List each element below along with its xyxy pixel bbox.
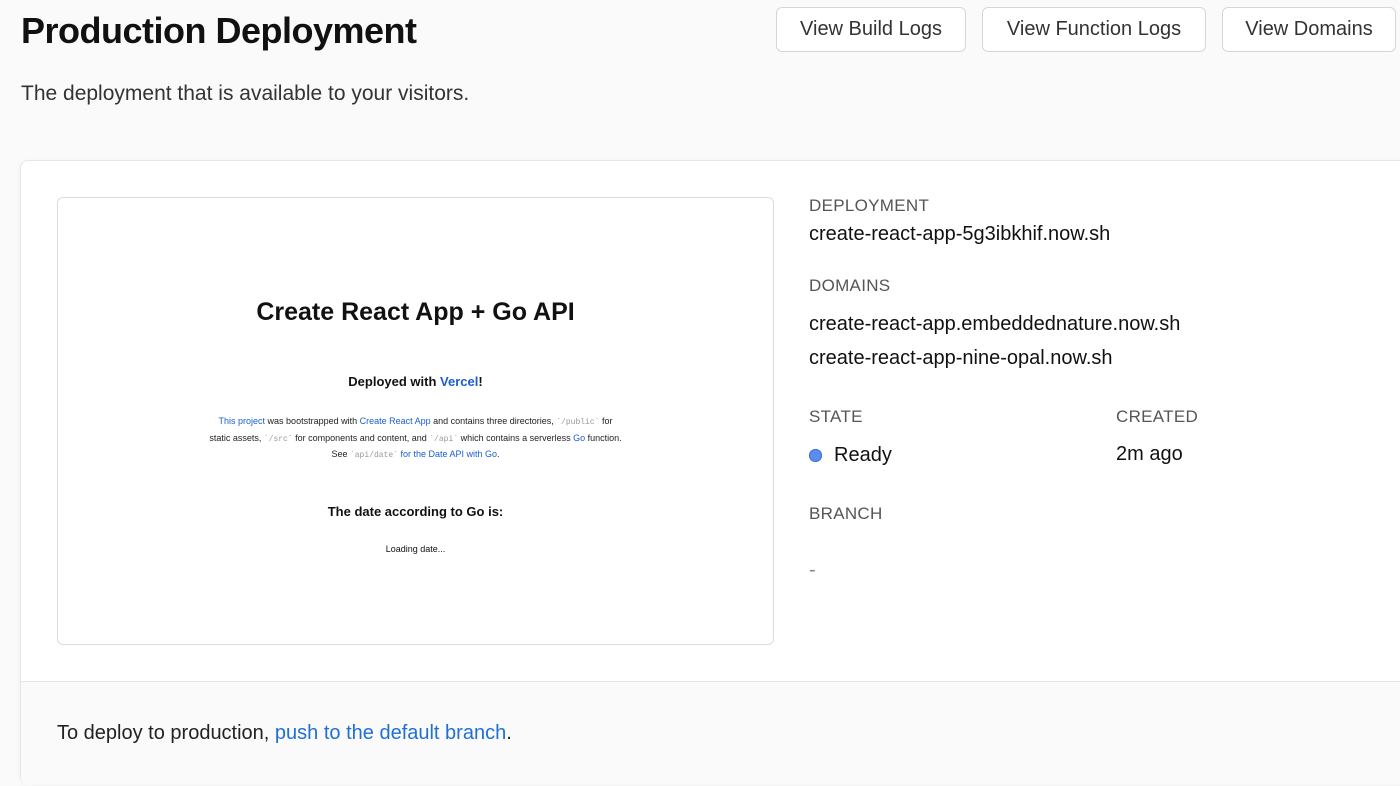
preview-code-src: `/src` <box>263 434 293 444</box>
preview-text: was bootstrapped with <box>265 416 360 426</box>
preview-code-api: `/api` <box>429 434 459 444</box>
deployment-preview[interactable]: Create React App + Go API Deployed with … <box>57 197 774 645</box>
footer-text: To deploy to production, push to the def… <box>57 722 512 745</box>
preview-date-heading: The date according to Go is: <box>327 504 504 519</box>
state-value: Ready <box>834 444 892 466</box>
preview-text: . <box>497 449 500 459</box>
domains-label: DOMAINS <box>809 276 891 295</box>
view-domains-button[interactable]: View Domains <box>1222 7 1396 52</box>
preview-description: This project was bootstrapped with Creat… <box>208 414 623 464</box>
preview-deployed-suffix: ! <box>478 374 483 389</box>
card-footer: To deploy to production, push to the def… <box>21 681 1400 785</box>
footer-suffix: . <box>506 722 512 744</box>
push-to-default-branch-link[interactable]: push to the default branch <box>275 722 506 744</box>
branch-value: - <box>809 559 816 581</box>
created-value: 2m ago <box>1116 443 1183 465</box>
page-title: Production Deployment <box>21 10 417 51</box>
preview-deployed-line: Deployed with Vercel! <box>58 374 773 389</box>
created-label: CREATED <box>1116 407 1199 426</box>
preview-loading-text: Loading date... <box>385 544 446 554</box>
preview-code-api-date: `api/date` <box>349 451 398 460</box>
deployment-label: DEPLOYMENT <box>809 196 930 215</box>
domain-link[interactable]: create-react-app.embeddednature.now.sh <box>809 313 1180 336</box>
branch-label: BRANCH <box>809 504 883 523</box>
view-function-logs-button[interactable]: View Function Logs <box>982 7 1206 52</box>
view-build-logs-button[interactable]: View Build Logs <box>776 7 966 52</box>
preview-text: and contains three directories, <box>430 416 557 426</box>
domain-link[interactable]: create-react-app-nine-opal.now.sh <box>809 347 1113 370</box>
deployment-card: Create React App + Go API Deployed with … <box>20 160 1400 785</box>
preview-link-create-react-app: Create React App <box>359 416 431 426</box>
preview-deployed-prefix: Deployed with <box>348 374 441 389</box>
preview-link-date-api: for the Date API with Go <box>397 449 498 459</box>
state-label: STATE <box>809 407 863 426</box>
preview-title: Create React App + Go API <box>256 298 575 326</box>
preview-text: for components and content, and <box>292 432 430 443</box>
preview-vercel-link: Vercel <box>440 374 479 389</box>
footer-prefix: To deploy to production, <box>57 722 275 744</box>
preview-code-public: `/public` <box>556 418 600 427</box>
ready-status-dot-icon <box>809 449 822 462</box>
page-subtitle: The deployment that is available to your… <box>21 82 470 105</box>
deployment-url-link[interactable]: create-react-app-5g3ibkhif.now.sh <box>809 223 1110 246</box>
preview-link-go: Go <box>573 432 586 443</box>
preview-link-this-project: This project <box>218 416 266 426</box>
preview-text: which contains a serverless <box>458 432 574 443</box>
